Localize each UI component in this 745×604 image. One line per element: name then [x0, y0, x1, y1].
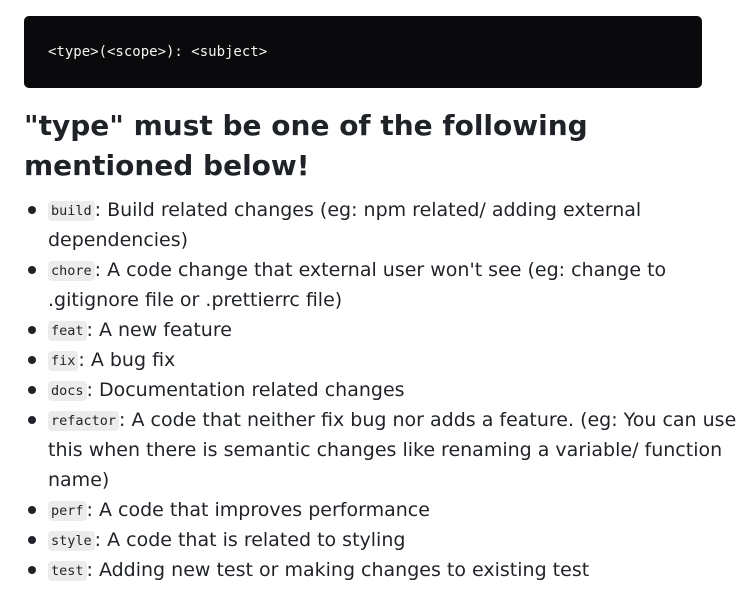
- bullet-icon: [28, 536, 36, 544]
- type-code-badge: build: [48, 201, 95, 221]
- type-description: : Documentation related changes: [86, 379, 405, 401]
- bullet-icon: [28, 416, 36, 424]
- commit-format-code: <type>(<scope>): <subject>: [48, 44, 268, 60]
- list-item: perf: A code that improves performance: [28, 495, 738, 525]
- bullet-icon: [28, 566, 36, 574]
- list-item: style: A code that is related to styling: [28, 525, 738, 555]
- list-item: test: Adding new test or making changes …: [28, 555, 738, 585]
- list-item: chore: A code change that external user …: [28, 255, 738, 315]
- bullet-icon: [28, 386, 36, 394]
- type-description: : A code that improves performance: [86, 499, 430, 521]
- type-description: : A new feature: [86, 319, 232, 341]
- list-item: build: Build related changes (eg: npm re…: [28, 195, 738, 255]
- bullet-icon: [28, 206, 36, 214]
- type-code-badge: perf: [48, 501, 87, 521]
- bullet-icon: [28, 266, 36, 274]
- type-code-badge: style: [48, 531, 95, 551]
- type-description: : A code change that external user won't…: [48, 259, 667, 311]
- type-code-badge: test: [48, 561, 87, 581]
- type-description: : Adding new test or making changes to e…: [86, 559, 590, 581]
- list-item: feat: A new feature: [28, 315, 738, 345]
- code-block: <type>(<scope>): <subject>: [24, 16, 702, 88]
- type-list: build: Build related changes (eg: npm re…: [24, 195, 738, 585]
- type-description: : A code that neither fix bug nor adds a…: [48, 409, 737, 491]
- list-item: docs: Documentation related changes: [28, 375, 738, 405]
- type-description: : A bug fix: [78, 349, 176, 371]
- type-description: : Build related changes (eg: npm related…: [48, 199, 642, 251]
- document-page: <type>(<scope>): <subject> "type" must b…: [0, 0, 745, 604]
- type-code-badge: fix: [48, 351, 79, 371]
- type-code-badge: docs: [48, 381, 87, 401]
- type-description: : A code that is related to styling: [94, 529, 406, 551]
- type-code-badge: feat: [48, 321, 87, 341]
- section-heading: "type" must be one of the following ment…: [24, 109, 588, 182]
- bullet-icon: [28, 326, 36, 334]
- type-code-badge: refactor: [48, 411, 120, 431]
- bullet-icon: [28, 506, 36, 514]
- list-item: refactor: A code that neither fix bug no…: [28, 405, 738, 495]
- bullet-icon: [28, 356, 36, 364]
- list-item: fix: A bug fix: [28, 345, 738, 375]
- type-code-badge: chore: [48, 261, 95, 281]
